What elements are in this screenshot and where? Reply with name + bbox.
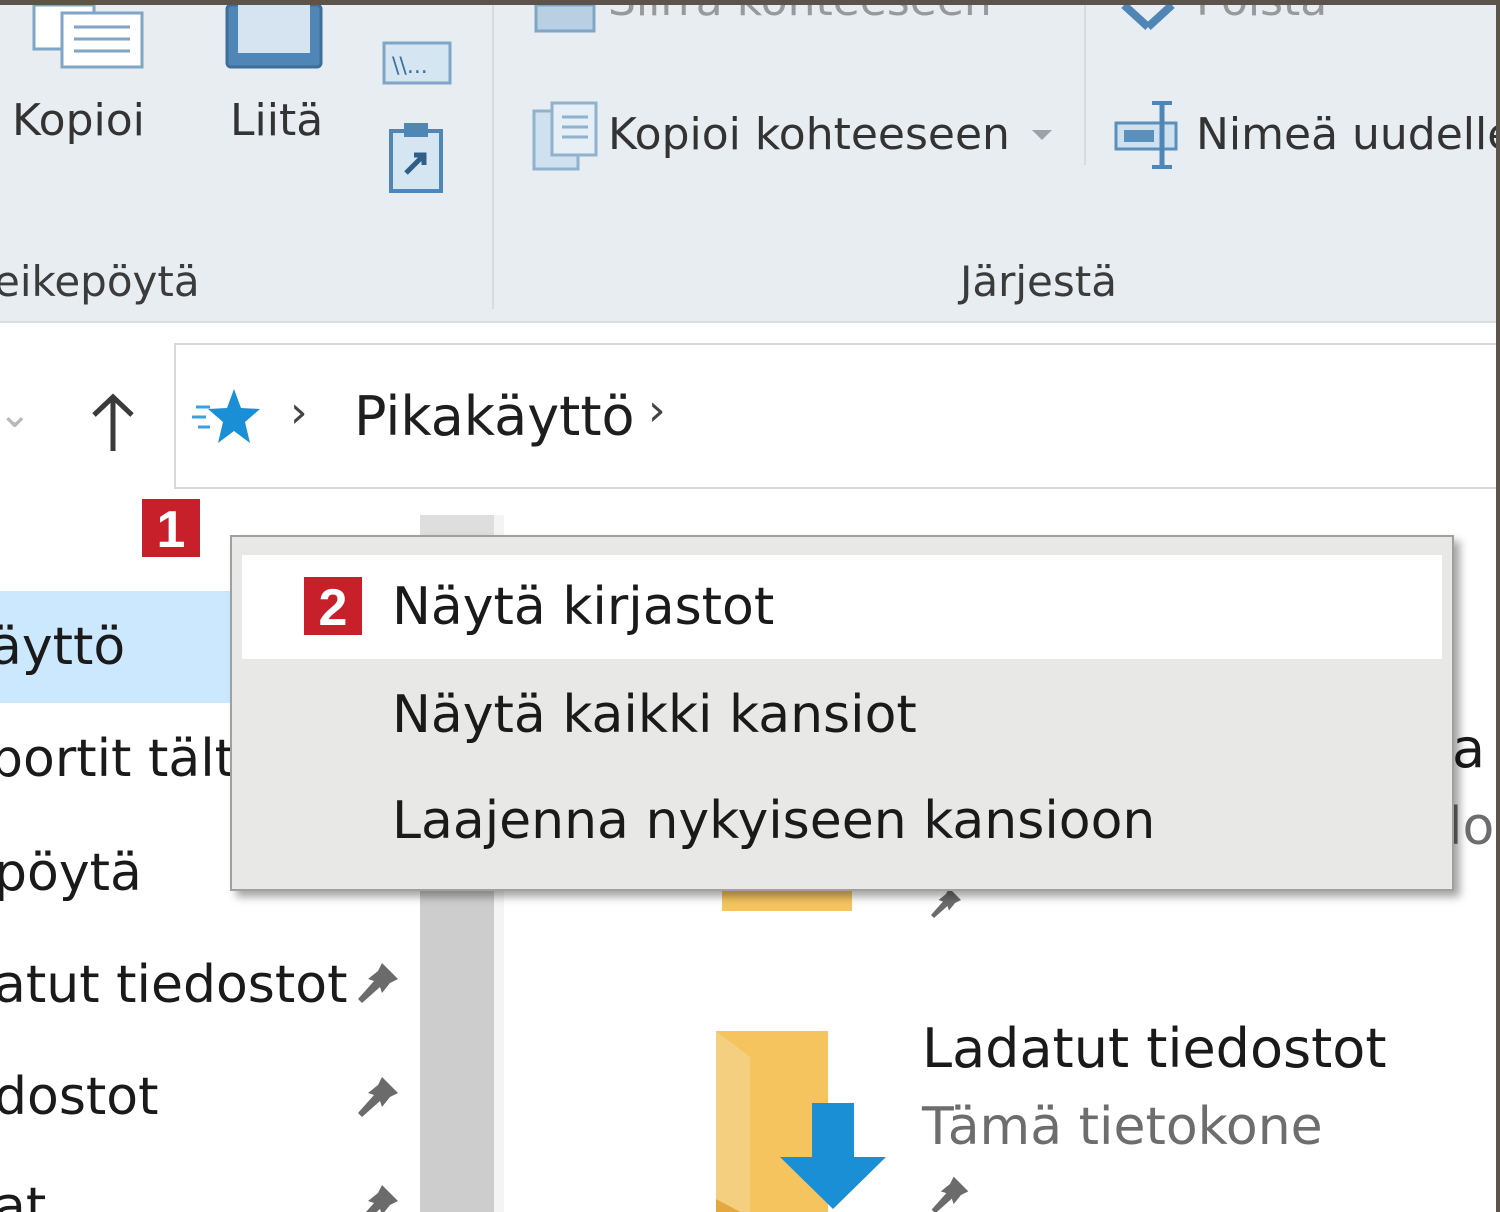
paste-shortcut-icon[interactable] [388, 121, 444, 193]
menu-item-show-all-folders[interactable]: Näytä kaikki kansiot [242, 663, 1442, 767]
step-badge-2: 2 [302, 575, 364, 637]
pin-icon[interactable] [926, 1173, 974, 1212]
address-bar[interactable]: › Pikakäyttö › [174, 343, 1496, 489]
delete-icon[interactable] [1120, 5, 1176, 35]
ribbon-inner-separator [1084, 5, 1086, 165]
up-arrow-icon[interactable] [88, 393, 138, 453]
nav-item-reports[interactable]: portit tältä [0, 729, 267, 789]
downloads-folder-icon[interactable] [710, 1029, 890, 1212]
context-menu: Näytä kirjastot Näytä kaikki kansiot Laa… [230, 535, 1454, 891]
menu-item-show-libraries[interactable]: Näytä kirjastot [242, 555, 1442, 659]
menu-item-label: Laajenna nykyiseen kansioon [392, 791, 1156, 851]
menu-item-expand-to-current-folder[interactable]: Laajenna nykyiseen kansioon [242, 769, 1442, 873]
menu-item-label: Näytä kirjastot [392, 577, 775, 637]
copy-path-icon[interactable]: \\... [382, 41, 452, 85]
partial-item-text: a [1452, 717, 1486, 780]
folder-location: Tämä tietokone [922, 1097, 1323, 1157]
nav-item-pictures[interactable]: at [0, 1177, 46, 1212]
delete-button[interactable]: Poista [1196, 5, 1327, 26]
nav-item-desktop[interactable]: pöytä [0, 843, 142, 903]
copy-button[interactable]: Kopioi [12, 95, 145, 146]
svg-text:\\...: \\... [392, 54, 428, 79]
partial-item-subtext: lo [1448, 797, 1495, 857]
copy-to-icon[interactable] [532, 101, 598, 171]
paste-icon[interactable] [224, 5, 324, 71]
pin-icon[interactable] [354, 1073, 402, 1121]
move-to-button[interactable]: Siirrä kohteeseen [608, 5, 992, 26]
rename-icon[interactable] [1112, 99, 1182, 171]
ribbon: Kopioi Liitä \\... eikepöytä Siirrä koht… [0, 5, 1496, 323]
nav-item-documents[interactable]: dostot [0, 1067, 159, 1127]
clipboard-group-label: eikepöytä [0, 257, 200, 306]
breadcrumb-expand-icon[interactable]: › [648, 385, 666, 436]
pin-icon[interactable] [354, 959, 402, 1007]
breadcrumb-quick-access[interactable]: Pikakäyttö [354, 385, 635, 448]
nav-item-downloads[interactable]: atut tiedostot [0, 955, 347, 1015]
pin-icon[interactable] [354, 1181, 402, 1212]
paste-button[interactable]: Liitä [230, 95, 323, 146]
copy-to-dropdown-icon[interactable] [1030, 127, 1054, 141]
copy-icon[interactable] [32, 5, 144, 69]
rename-button[interactable]: Nimeä uudelle [1196, 109, 1496, 160]
folder-name[interactable]: Ladatut tiedostot [922, 1017, 1387, 1080]
file-explorer-window: Kopioi Liitä \\... eikepöytä Siirrä koht… [0, 0, 1500, 1212]
move-to-icon[interactable] [534, 5, 596, 35]
nav-item-quick-access[interactable]: äyttö [0, 617, 125, 677]
ribbon-group-separator [492, 5, 494, 309]
copy-to-button[interactable]: Kopioi kohteeseen [608, 109, 1010, 160]
menu-item-label: Näytä kaikki kansiot [392, 685, 917, 745]
quick-access-star-icon [190, 387, 262, 447]
recent-locations-chevron-icon[interactable]: ⌄ [0, 391, 32, 437]
organize-group-label: Järjestä [960, 257, 1117, 306]
breadcrumb-separator-icon: › [290, 387, 308, 438]
step-badge-1: 1 [140, 497, 202, 559]
